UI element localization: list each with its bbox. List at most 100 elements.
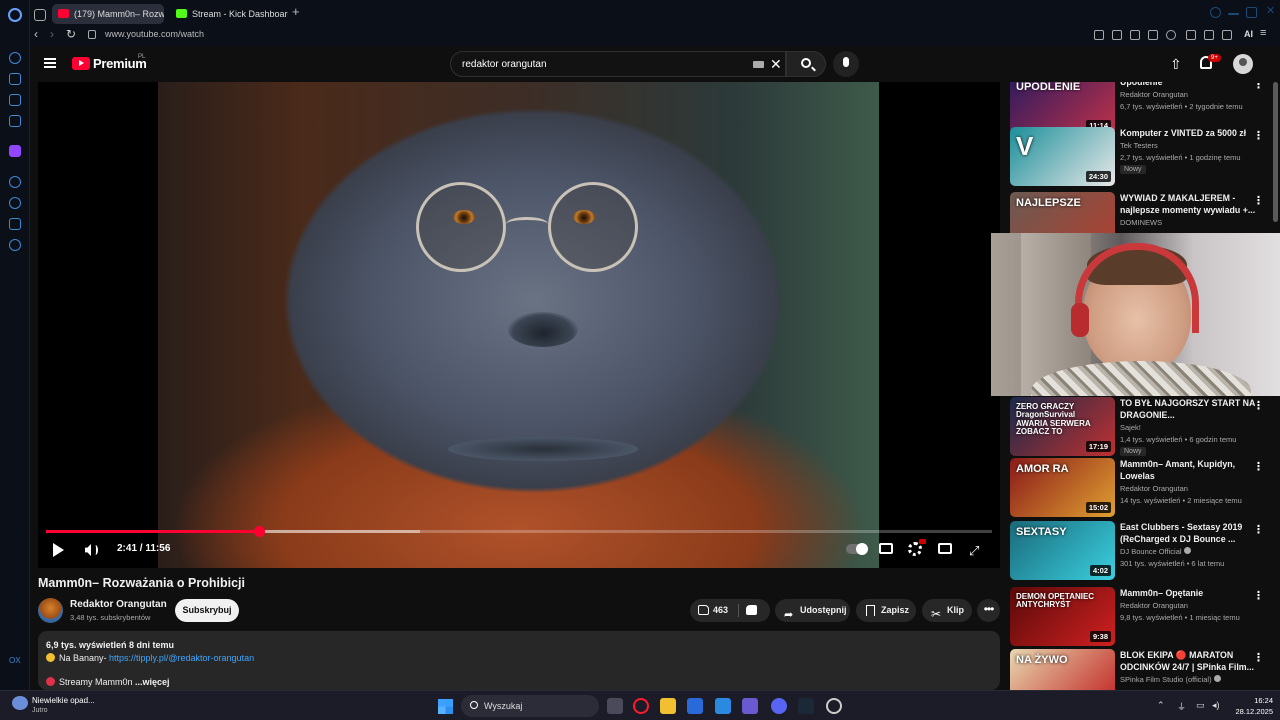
youtube-logo-icon[interactable] — [72, 57, 90, 70]
new-tab-button[interactable]: + — [292, 4, 300, 19]
search-button[interactable] — [786, 51, 826, 77]
channel-name[interactable]: Redaktor Orangutan — [70, 599, 167, 610]
dislike-icon[interactable] — [746, 605, 757, 615]
messenger-icon[interactable] — [9, 94, 21, 106]
related-video-title[interactable]: Upodlenie — [1120, 82, 1256, 88]
related-video-title[interactable]: Komputer z VINTED za 5000 zł — [1120, 127, 1256, 139]
tab-youtube[interactable]: (179) Mamm0n– Rozważani — [52, 4, 164, 24]
opera-gx-icon[interactable] — [633, 698, 649, 714]
related-video-channel[interactable]: Tek Testers — [1120, 141, 1158, 150]
tray-monitor-icon[interactable]: ▭ — [1196, 700, 1205, 711]
upload-icon[interactable]: ⇧ — [1170, 56, 1182, 73]
teams-icon[interactable] — [742, 698, 758, 714]
wallet-icon[interactable] — [1204, 30, 1214, 40]
opera-logo-icon[interactable] — [8, 8, 22, 22]
clock-time[interactable]: 16:24 — [1245, 696, 1273, 705]
tray-volume-icon[interactable]: ◂) — [1212, 700, 1220, 711]
tray-usb-icon[interactable]: ⏚ — [1177, 700, 1186, 713]
volume-icon[interactable] — [85, 544, 91, 556]
description-box[interactable]: 6,9 tys. wyświetleń 8 dni temu Na Banany… — [38, 631, 1000, 690]
pinboard-icon[interactable] — [9, 218, 21, 230]
related-video-item[interactable]: NA ŻYWO BLOK EKIPA 🔴 MARATON ODCINKÓW 24/… — [1010, 649, 1272, 690]
aria-ai-button[interactable]: AI — [1244, 29, 1253, 39]
miniplayer-icon[interactable] — [938, 543, 952, 554]
ox-icon[interactable]: OX — [9, 656, 21, 665]
more-options-icon[interactable]: ⋮ — [1253, 194, 1264, 207]
weather-title[interactable]: Niewielkie opad... — [32, 696, 95, 705]
more-options-icon[interactable]: ⋮ — [1253, 523, 1264, 536]
obs-icon[interactable] — [826, 698, 842, 714]
tabs-menu-icon[interactable] — [34, 9, 46, 21]
related-video-item[interactable]: ZERO GRACZY DragonSurvival AWARIA SERWER… — [1010, 397, 1272, 459]
menu-icon[interactable]: ≡ — [1260, 27, 1266, 39]
related-video-channel[interactable]: DJ Bounce Official — [1120, 547, 1191, 556]
mail-icon[interactable] — [715, 698, 731, 714]
taskbar-search[interactable]: Wyszukaj — [461, 695, 599, 717]
scrollbar[interactable] — [1273, 82, 1278, 222]
clip-button[interactable]: ✂ Klip — [922, 599, 972, 622]
subscribe-button[interactable]: Subskrybuj — [175, 599, 239, 622]
autoplay-toggle[interactable] — [846, 543, 868, 555]
related-video-item[interactable]: SEXTASY 4:02 East Clubbers - Sextasy 2019 … — [1010, 521, 1272, 583]
account-avatar[interactable] — [1233, 54, 1253, 74]
shield-icon[interactable] — [1130, 30, 1140, 40]
player-icon[interactable] — [9, 176, 21, 188]
settings-gear-icon[interactable] — [908, 542, 922, 556]
minimize-button[interactable] — [1228, 13, 1239, 15]
url-field[interactable]: www.youtube.com/watch — [105, 29, 204, 39]
progress-bar[interactable] — [46, 526, 992, 537]
tab-kick[interactable]: Stream - Kick Dashboard — [170, 4, 288, 24]
reload-button[interactable]: ↻ — [66, 27, 76, 41]
more-options-icon[interactable]: ⋮ — [1253, 460, 1264, 473]
bookmark-icon[interactable] — [1094, 30, 1104, 40]
save-button[interactable]: Zapisz — [856, 599, 916, 622]
related-video-channel[interactable]: Redaktor Orangutan — [1120, 90, 1188, 99]
clock-date[interactable]: 28.12.2025 — [1225, 707, 1273, 716]
play-icon[interactable] — [1148, 30, 1158, 40]
related-video-channel[interactable]: Redaktor Orangutan — [1120, 484, 1188, 493]
video-thumbnail[interactable]: V 24:30 — [1010, 127, 1115, 186]
store-icon[interactable] — [687, 698, 703, 714]
tray-chevron-icon[interactable]: ⌃ — [1157, 700, 1165, 711]
maximize-button[interactable] — [1246, 7, 1257, 18]
channel-avatar[interactable] — [38, 598, 63, 623]
video-thumbnail[interactable]: SEXTASY 4:02 — [1010, 521, 1115, 580]
share-button[interactable]: ➦ Udostępnij — [775, 599, 850, 622]
video-thumbnail[interactable]: DEMON OPĘTANIEC ANTYCHRYST 9:38 — [1010, 587, 1115, 646]
heart-icon[interactable] — [1166, 30, 1176, 40]
windows-start-icon[interactable] — [438, 699, 453, 714]
like-icon[interactable] — [698, 605, 709, 615]
related-video-title[interactable]: TO BYŁ NAJGORSZY START NA DRAGONIE... — [1120, 397, 1256, 421]
fullscreen-icon[interactable]: ⤢ — [969, 543, 979, 559]
like-count[interactable]: 463 — [713, 599, 728, 622]
extensions-icon[interactable] — [1186, 30, 1196, 40]
related-video-channel[interactable]: Sajek! — [1120, 423, 1141, 432]
back-button[interactable]: ‹ — [34, 27, 38, 41]
related-video-channel[interactable]: DOMINEWS — [1120, 218, 1162, 227]
progress-scrubber[interactable] — [253, 526, 265, 537]
history-icon[interactable] — [9, 197, 21, 209]
more-options-icon[interactable]: ⋮ — [1253, 399, 1264, 412]
more-actions-button[interactable]: ••• — [977, 599, 1000, 622]
bag-icon[interactable] — [9, 73, 21, 85]
related-video-title[interactable]: Mamm0n– Amant, Kupidyn, Lowelas — [1120, 458, 1256, 482]
more-options-icon[interactable]: ⋮ — [1253, 82, 1264, 91]
related-video-title[interactable]: East Clubbers - Sextasy 2019 (ReCharged … — [1120, 521, 1256, 545]
task-view-icon[interactable] — [607, 698, 623, 714]
related-video-item[interactable]: AMOR RA 15:02 Mamm0n– Amant, Kupidyn, Lowe… — [1010, 458, 1272, 520]
refresh-icon[interactable] — [9, 52, 21, 64]
discord-icon[interactable] — [771, 698, 787, 714]
settings-icon[interactable] — [9, 239, 21, 251]
related-video-channel[interactable]: Redaktor Orangutan — [1120, 601, 1188, 610]
related-video-title[interactable]: WYWIAD Z MAKALJEREM - najlepsze momenty … — [1120, 192, 1256, 216]
search-tabs-icon[interactable] — [1210, 7, 1221, 18]
hamburger-menu-icon[interactable] — [44, 58, 56, 68]
more-options-icon[interactable]: ⋮ — [1253, 589, 1264, 602]
video-frame[interactable] — [158, 82, 879, 568]
search-input[interactable]: redaktor orangutan ✕ — [450, 51, 786, 77]
video-player[interactable]: 2:41 / 11:56 ⤢ — [38, 82, 1000, 568]
weather-icon[interactable] — [12, 696, 28, 710]
related-video-title[interactable]: Mamm0n– Opętanie — [1120, 587, 1256, 599]
camera-icon[interactable] — [1112, 30, 1122, 40]
forward-button[interactable]: › — [50, 27, 54, 41]
